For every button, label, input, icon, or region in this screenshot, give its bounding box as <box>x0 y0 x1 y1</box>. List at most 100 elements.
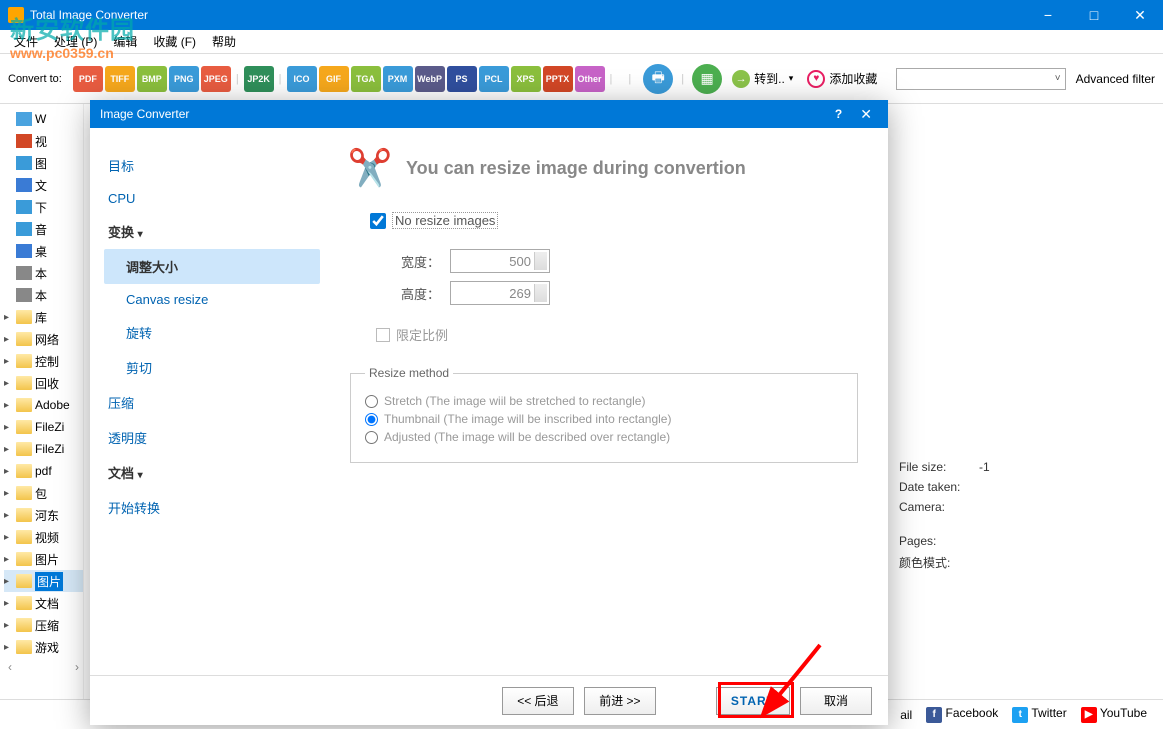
tree-item[interactable]: ▸网络 <box>4 328 83 350</box>
info-panel: File size:-1 Date taken: Camera: Pages: … <box>883 104 1163 699</box>
format-tga[interactable]: TGA <box>351 66 381 92</box>
format-ps[interactable]: PS <box>447 66 477 92</box>
tree-item[interactable]: ▸回收 <box>4 372 83 394</box>
tree-item[interactable]: ▸库 <box>4 306 83 328</box>
format-tiff[interactable]: TIFF <box>105 66 135 92</box>
sidebar-crop[interactable]: 剪切 <box>108 350 320 385</box>
folder-icon <box>16 486 32 500</box>
sidebar-rotate[interactable]: 旋转 <box>108 315 320 350</box>
sidebar-resize[interactable]: 调整大小 <box>104 249 320 284</box>
facebook-link[interactable]: f Facebook <box>926 706 998 723</box>
menu-file[interactable]: 文件 <box>6 30 46 53</box>
width-input[interactable]: 500 <box>450 249 550 273</box>
dialog-help-button[interactable]: ? <box>823 107 854 121</box>
tree-item[interactable]: 本 <box>4 262 83 284</box>
add-favorite-button[interactable]: ♥ 添加收藏 <box>807 70 877 88</box>
tree-item[interactable]: 视 <box>4 130 83 152</box>
tree-item[interactable]: ▸视频 <box>4 526 83 548</box>
format-bmp[interactable]: BMP <box>137 66 167 92</box>
height-input[interactable]: 269 <box>450 281 550 305</box>
tree-item[interactable]: 桌 <box>4 240 83 262</box>
format-pcl[interactable]: PCL <box>479 66 509 92</box>
print-icon[interactable]: 🖶 <box>643 64 673 94</box>
tree-item[interactable]: W <box>4 108 83 130</box>
no-resize-checkbox[interactable] <box>370 213 386 229</box>
tree-label: 视频 <box>35 529 59 546</box>
tree-item[interactable]: 音 <box>4 218 83 240</box>
sidebar-transform[interactable]: 变换 ▾ <box>108 214 320 249</box>
tree-item[interactable]: ▸图片 <box>4 548 83 570</box>
tree-item[interactable]: ▸FileZi <box>4 416 83 438</box>
twitter-link[interactable]: t Twitter <box>1012 706 1066 723</box>
folder-icon <box>16 376 32 390</box>
sidebar-document[interactable]: 文档 ▾ <box>108 455 320 490</box>
tree-item[interactable]: ▸游戏 <box>4 636 83 658</box>
menu-bar: 文件 处理 (P) 编辑 收藏 (F) 帮助 <box>0 30 1163 54</box>
scissors-icon: ✂️ <box>350 148 390 188</box>
stretch-radio[interactable] <box>365 395 378 408</box>
sidebar-start-convert[interactable]: 开始转换 <box>108 490 320 525</box>
format-other[interactable]: Other <box>575 66 605 92</box>
format-png[interactable]: PNG <box>169 66 199 92</box>
folder-icon <box>16 332 32 346</box>
format-jpeg[interactable]: JPEG <box>201 66 231 92</box>
folder-tree[interactable]: W视图文下音桌本本▸库▸网络▸控制▸回收▸Adobe▸FileZi▸FileZi… <box>0 104 84 699</box>
filter-select[interactable]: ˅ <box>896 68 1066 90</box>
thumbnail-radio[interactable] <box>365 413 378 426</box>
format-xps[interactable]: XPS <box>511 66 541 92</box>
sidebar-target[interactable]: 目标 <box>108 148 320 183</box>
goto-button[interactable]: → 转到..▾ <box>732 70 793 88</box>
advanced-filter-link[interactable]: Advanced filter <box>1076 72 1155 86</box>
tree-item[interactable]: ▸压缩 <box>4 614 83 636</box>
video-icon <box>16 134 32 148</box>
dialog-content: ✂️ You can resize image during convertio… <box>320 128 888 675</box>
minimize-button[interactable]: − <box>1025 0 1071 30</box>
tree-item[interactable]: ▸控制 <box>4 350 83 372</box>
tree-item[interactable]: 下 <box>4 196 83 218</box>
menu-help[interactable]: 帮助 <box>204 30 244 53</box>
sidebar-cpu[interactable]: CPU <box>108 183 320 214</box>
close-button[interactable]: ✕ <box>1117 0 1163 30</box>
format-webp[interactable]: WebP <box>415 66 445 92</box>
tree-item[interactable]: ▸Adobe <box>4 394 83 416</box>
format-jp2k[interactable]: JP2K <box>244 66 274 92</box>
format-ico[interactable]: ICO <box>287 66 317 92</box>
start-button[interactable]: START <box>716 687 790 715</box>
adjusted-radio[interactable] <box>365 431 378 444</box>
tree-scrollbar[interactable]: ‹› <box>4 658 83 676</box>
format-pptx[interactable]: PPTX <box>543 66 573 92</box>
youtube-link[interactable]: ▶ YouTube <box>1081 706 1147 723</box>
sidebar-canvas-resize[interactable]: Canvas resize <box>108 284 320 315</box>
format-pxm[interactable]: PXM <box>383 66 413 92</box>
forward-button[interactable]: 前进 >> <box>584 687 656 715</box>
format-gif[interactable]: GIF <box>319 66 349 92</box>
dialog-close-button[interactable]: ✕ <box>854 106 878 123</box>
constrain-checkbox[interactable] <box>376 328 390 342</box>
filesize-label: File size: <box>899 460 979 474</box>
tree-item[interactable]: ▸河东 <box>4 504 83 526</box>
tree-item[interactable]: ▸包 <box>4 482 83 504</box>
tree-item[interactable]: ▸FileZi <box>4 438 83 460</box>
desktop-icon <box>16 244 32 258</box>
tree-item[interactable]: ▸pdf <box>4 460 83 482</box>
tree-item[interactable]: 本 <box>4 284 83 306</box>
tree-item[interactable]: ▸文档 <box>4 592 83 614</box>
maximize-button[interactable]: □ <box>1071 0 1117 30</box>
sidebar-compress[interactable]: 压缩 <box>108 385 320 420</box>
title-bar: Total Image Converter − □ ✕ <box>0 0 1163 30</box>
width-label: 宽度： <box>390 252 450 271</box>
format-pdf[interactable]: PDF <box>73 66 103 92</box>
tree-item[interactable]: ▸图片 <box>4 570 83 592</box>
menu-fav[interactable]: 收藏 (F) <box>145 30 204 53</box>
cancel-button[interactable]: 取消 <box>800 687 872 715</box>
grid-icon[interactable]: ▦ <box>692 64 722 94</box>
sidebar-transparency[interactable]: 透明度 <box>108 420 320 455</box>
tree-label: 音 <box>35 221 47 238</box>
adjusted-label: Adjusted (The image will be described ov… <box>384 430 670 444</box>
mail-link[interactable]: ail <box>900 708 912 722</box>
menu-process[interactable]: 处理 (P) <box>46 30 105 53</box>
back-button[interactable]: << 后退 <box>502 687 574 715</box>
tree-item[interactable]: 文 <box>4 174 83 196</box>
menu-edit[interactable]: 编辑 <box>105 30 145 53</box>
tree-item[interactable]: 图 <box>4 152 83 174</box>
